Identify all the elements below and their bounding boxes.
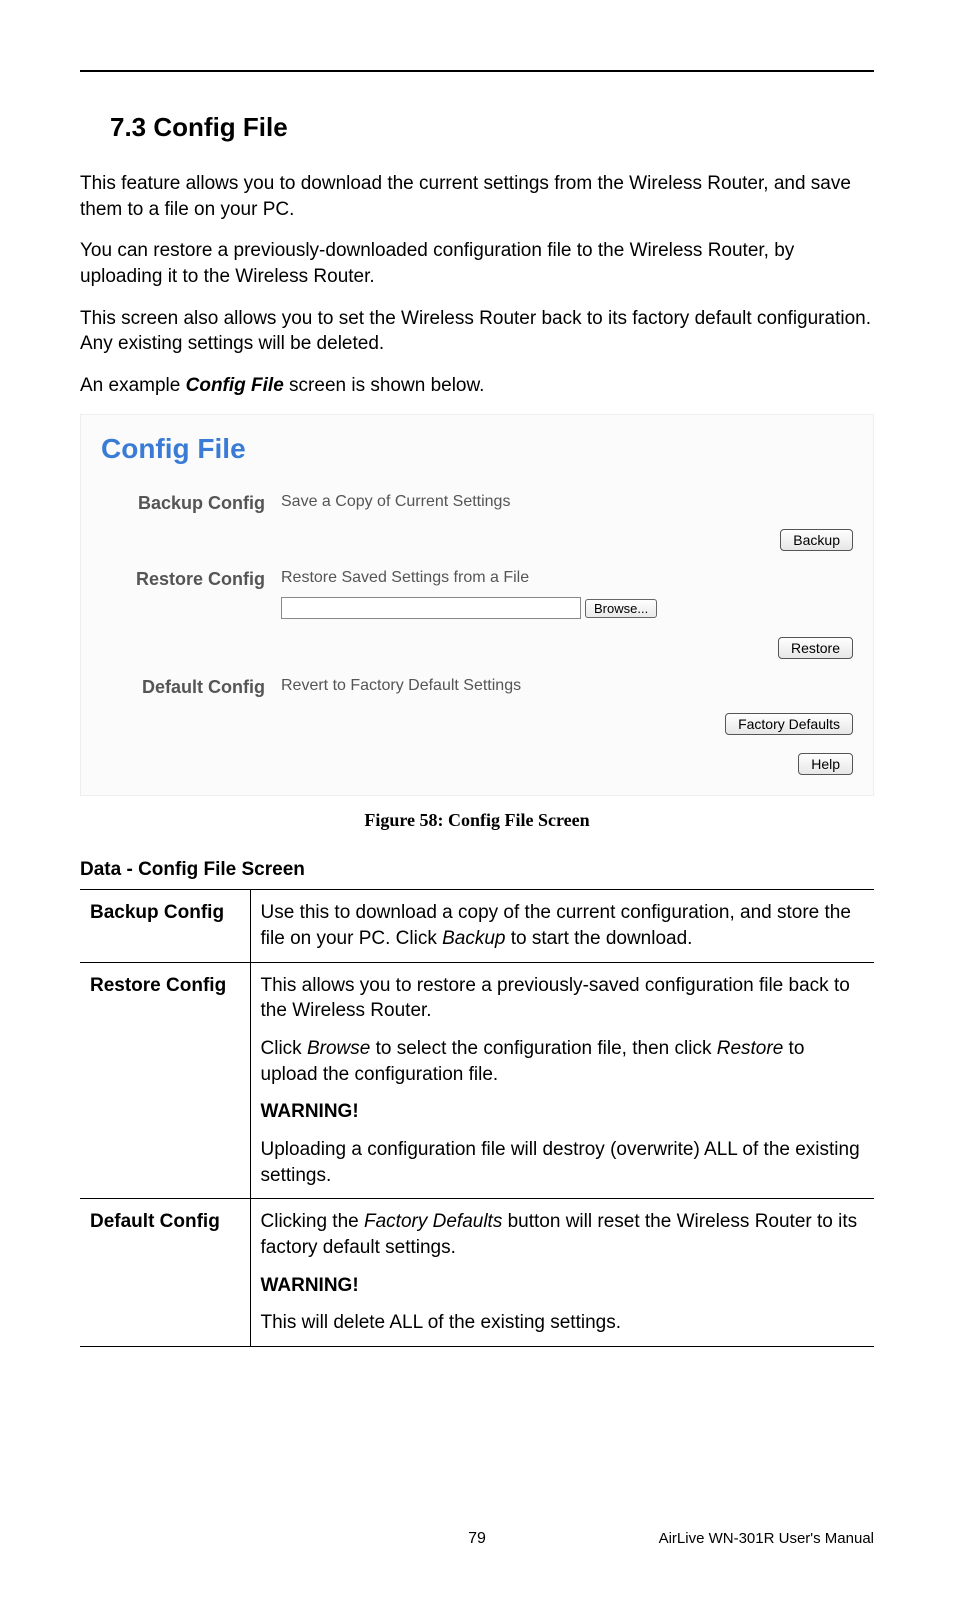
intro-para-4-bold: Config File xyxy=(186,375,284,396)
default-config-desc: Revert to Factory Default Settings xyxy=(281,677,853,695)
backup-config-label: Backup Config xyxy=(101,493,281,514)
restore-desc-p2c: to select the configuration file, then c… xyxy=(370,1038,716,1059)
backup-desc-text2: to start the download. xyxy=(506,928,693,949)
backup-desc-em: Backup xyxy=(442,928,505,949)
intro-para-4-prefix: An example xyxy=(80,375,186,396)
manual-name: AirLive WN-301R User's Manual xyxy=(609,1530,874,1548)
section-heading: 7.3 Config File xyxy=(110,112,874,143)
default-desc-p1a: Clicking the xyxy=(261,1211,365,1232)
restore-button[interactable]: Restore xyxy=(778,637,853,659)
config-file-screenshot: Config File Backup Config Save a Copy of… xyxy=(80,414,874,796)
restore-config-label: Restore Config xyxy=(101,569,281,590)
cell-default-label: Default Config xyxy=(80,1199,250,1347)
table-row: Default Config Clicking the Factory Defa… xyxy=(80,1199,874,1347)
top-rule xyxy=(80,70,874,72)
config-screen-title: Config File xyxy=(101,433,853,465)
restore-desc-p2b: Browse xyxy=(307,1038,370,1059)
restore-desc-p1: This allows you to restore a previously-… xyxy=(261,973,865,1024)
restore-config-desc: Restore Saved Settings from a File xyxy=(281,569,853,587)
cell-restore-label: Restore Config xyxy=(80,962,250,1198)
page-number: 79 xyxy=(345,1530,610,1548)
cell-restore-desc: This allows you to restore a previously-… xyxy=(250,962,874,1198)
cell-backup-label: Backup Config xyxy=(80,890,250,962)
page-footer: 79 AirLive WN-301R User's Manual xyxy=(80,1530,874,1548)
default-desc-p1b: Factory Defaults xyxy=(364,1211,502,1232)
figure-caption: Figure 58: Config File Screen xyxy=(80,810,874,831)
default-desc-p2: This will delete ALL of the existing set… xyxy=(261,1310,865,1336)
intro-para-2: You can restore a previously-downloaded … xyxy=(80,238,874,289)
data-table: Backup Config Use this to download a cop… xyxy=(80,889,874,1346)
factory-defaults-button[interactable]: Factory Defaults xyxy=(725,713,853,735)
data-table-heading: Data - Config File Screen xyxy=(80,859,874,881)
intro-para-3: This screen also allows you to set the W… xyxy=(80,306,874,357)
cell-default-desc: Clicking the Factory Defaults button wil… xyxy=(250,1199,874,1347)
intro-para-1: This feature allows you to download the … xyxy=(80,171,874,222)
restore-desc-p2a: Click xyxy=(261,1038,307,1059)
browse-button[interactable]: Browse... xyxy=(585,599,657,618)
backup-button[interactable]: Backup xyxy=(780,529,853,551)
cell-backup-desc: Use this to download a copy of the curre… xyxy=(250,890,874,962)
restore-desc-p3: Uploading a configuration file will dest… xyxy=(261,1137,865,1188)
intro-para-4-suffix: screen is shown below. xyxy=(284,375,485,396)
intro-para-4: An example Config File screen is shown b… xyxy=(80,373,874,399)
table-row: Restore Config This allows you to restor… xyxy=(80,962,874,1198)
help-button[interactable]: Help xyxy=(798,753,853,775)
default-warning: WARNING! xyxy=(261,1273,865,1299)
restore-warning: WARNING! xyxy=(261,1099,865,1125)
restore-file-input[interactable] xyxy=(281,597,581,619)
restore-desc-p2d: Restore xyxy=(717,1038,784,1059)
default-config-label: Default Config xyxy=(101,677,281,698)
table-row: Backup Config Use this to download a cop… xyxy=(80,890,874,962)
backup-config-desc: Save a Copy of Current Settings xyxy=(281,493,853,511)
